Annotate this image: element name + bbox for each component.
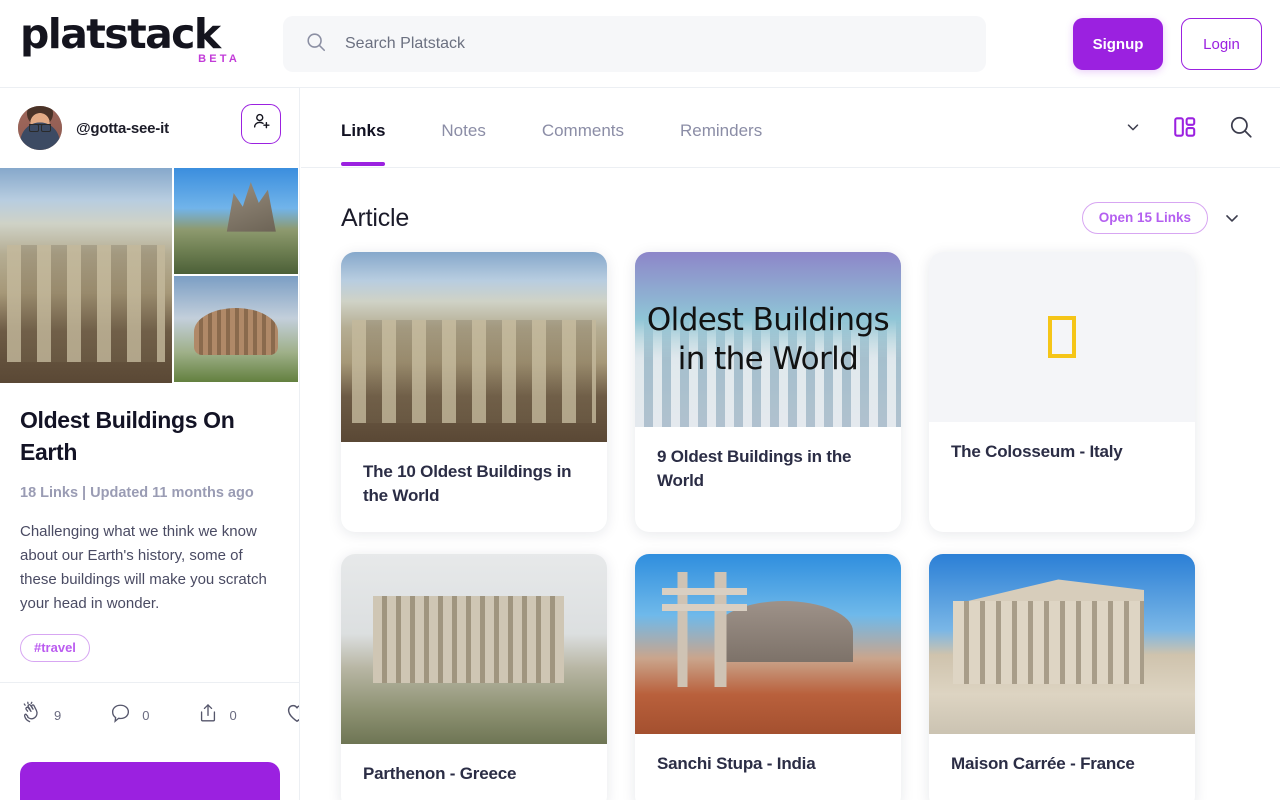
comment-icon (109, 702, 132, 730)
card-thumbnail (929, 554, 1195, 735)
login-button[interactable]: Login (1181, 18, 1262, 70)
card-thumbnail (929, 252, 1195, 422)
layout-grid-icon[interactable] (1172, 114, 1198, 140)
tab-comments[interactable]: Comments (542, 88, 624, 141)
app-logo[interactable]: platstack BETA (20, 14, 270, 74)
link-card[interactable]: Parthenon - Greece (341, 554, 607, 800)
sidebar-cta-wrap (0, 748, 299, 800)
overlay-line-2: in the World (677, 340, 859, 377)
tab-notes[interactable]: Notes (441, 88, 485, 141)
main-panel: Links Notes Comments Reminders Article O… (301, 88, 1280, 800)
share-stat[interactable]: 0 (197, 702, 237, 729)
tab-links[interactable]: Links (341, 88, 386, 166)
collage-image-3[interactable] (174, 276, 298, 382)
link-card[interactable]: Maison Carrée - France (929, 554, 1195, 800)
collection-collage[interactable] (0, 168, 299, 383)
search-icon (305, 31, 327, 58)
open-links-button[interactable]: Open 15 Links (1081, 202, 1208, 234)
chevron-down-icon[interactable] (1222, 208, 1242, 228)
add-user-icon (251, 111, 272, 137)
link-card-grid: The 10 Oldest Buildings in the World Old… (301, 240, 1280, 800)
chevron-down-icon[interactable] (1124, 118, 1142, 136)
collage-image-1[interactable] (0, 168, 172, 383)
like-stat[interactable]: 11 (285, 701, 299, 730)
collage-image-2[interactable] (174, 168, 298, 274)
card-thumbnail (635, 554, 901, 735)
sidebar-user-row: @gotta-see-it (0, 88, 299, 168)
tag-travel[interactable]: #travel (20, 634, 90, 663)
global-search-input[interactable]: Search Platstack (283, 16, 986, 72)
signup-button[interactable]: Signup (1073, 18, 1163, 70)
content-tabs: Links Notes Comments Reminders (301, 88, 1280, 168)
natgeo-logo-icon (1048, 316, 1076, 358)
share-count: 0 (229, 708, 237, 724)
card-title: Maison Carrée - France (951, 754, 1135, 774)
avatar-glasses (29, 124, 51, 132)
card-thumbnail: Oldest Buildings in the World (635, 252, 901, 427)
link-card[interactable]: The Colosseum - Italy (929, 252, 1195, 533)
collection-tags: #travel (0, 616, 299, 682)
link-card[interactable]: Sanchi Stupa - India (635, 554, 901, 800)
card-title: Sanchi Stupa - India (657, 754, 816, 774)
section-actions: Open 15 Links (1081, 202, 1242, 234)
card-title: The 10 Oldest Buildings in the World (363, 462, 572, 506)
link-card[interactable]: The 10 Oldest Buildings in the World (341, 252, 607, 533)
heart-icon (285, 701, 299, 730)
share-icon (197, 702, 219, 729)
thumbnail-overlay-text: Oldest Buildings in the World (635, 252, 901, 427)
comment-stat[interactable]: 0 (109, 702, 149, 730)
collection-meta: 18 Links | Updated 11 months ago (20, 485, 254, 502)
card-thumbnail (341, 554, 607, 745)
user-handle[interactable]: @gotta-see-it (76, 120, 169, 137)
tab-actions (1124, 114, 1254, 140)
collection-stats: 9 0 0 (0, 682, 299, 748)
clap-icon (20, 701, 44, 730)
search-icon[interactable] (1228, 114, 1254, 140)
comment-count: 0 (142, 708, 150, 724)
card-title: The Colosseum - Italy (951, 442, 1123, 461)
card-title: 9 Oldest Buildings in the World (657, 447, 852, 491)
section-header: Article Open 15 Links (301, 168, 1280, 240)
card-title: Parthenon - Greece (363, 764, 517, 784)
overlay-line-1: Oldest Buildings (646, 302, 890, 339)
page-title: Article (341, 203, 410, 232)
logo-wordmark: platstack (20, 10, 221, 58)
logo-beta-badge: BETA (198, 53, 240, 65)
collection-title: Oldest Buildings On Earth (20, 407, 235, 465)
top-header: platstack BETA Search Platstack Signup L… (0, 0, 1280, 88)
add-user-button[interactable] (241, 104, 281, 144)
clap-stat[interactable]: 9 (20, 701, 61, 730)
link-card[interactable]: Oldest Buildings in the World 9 Oldest B… (635, 252, 901, 533)
card-thumbnail (341, 252, 607, 442)
clap-count: 9 (54, 708, 62, 724)
sidebar-primary-button[interactable] (20, 762, 280, 800)
search-placeholder: Search Platstack (345, 35, 466, 52)
collection-info: Oldest Buildings On Earth 18 Links | Upd… (0, 383, 299, 616)
left-sidebar: @gotta-see-it Oldest Buildings On Earth … (0, 88, 300, 800)
avatar[interactable] (18, 106, 62, 150)
collection-description: Challenging what we think we know about … (20, 523, 267, 613)
tab-reminders[interactable]: Reminders (680, 88, 762, 141)
